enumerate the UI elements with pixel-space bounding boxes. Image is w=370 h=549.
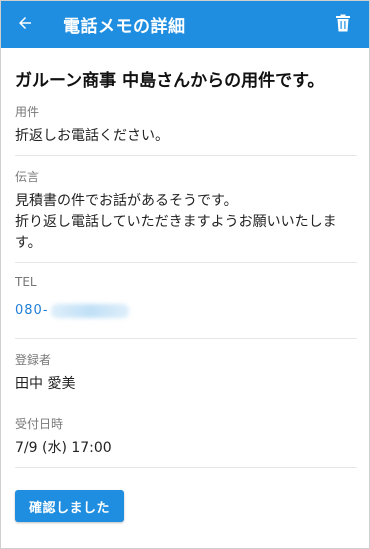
tel-number-redacted — [50, 303, 129, 318]
registrant-value: 田中 愛美 — [15, 376, 76, 392]
memo-content: ガルーン商事 中島さんからの用件です。 用件 折返しお電話ください。 伝言 見積… — [1, 66, 369, 522]
tel-label: TEL — [15, 275, 37, 289]
message-line-1: 見積書の件でお話があるそうです。 — [15, 193, 238, 209]
confirm-button[interactable]: 確認しました — [15, 490, 125, 522]
message-field: 伝言 見積書の件でお話があるそうです。 折り返し電話していただきますようお願いい… — [15, 168, 357, 263]
trash-icon — [335, 14, 351, 36]
page-title: 電話メモの詳細 — [63, 17, 186, 37]
delete-button[interactable] — [327, 1, 359, 48]
tel-link[interactable]: 080- — [15, 303, 357, 318]
message-line-3: す。 — [15, 235, 42, 251]
tel-field: TEL 080- — [15, 275, 357, 339]
received-label: 受付日時 — [15, 417, 64, 431]
message-label: 伝言 — [15, 170, 40, 184]
purpose-value: 折返しお電話ください。 — [15, 128, 169, 144]
phone-memo-detail-screen: 電話メモの詳細 ガルーン商事 中島さんからの用件です。 用件 折返しお電話くださ… — [0, 0, 370, 549]
received-value: 7/9 (水) 17:00 — [15, 440, 112, 456]
app-bar: 電話メモの詳細 — [1, 1, 369, 48]
memo-subject: ガルーン商事 中島さんからの用件です。 — [15, 71, 325, 91]
tel-number-prefix: 080- — [15, 303, 49, 318]
back-button[interactable] — [3, 1, 47, 48]
received-field: 受付日時 7/9 (水) 17:00 — [15, 415, 357, 468]
purpose-label: 用件 — [15, 105, 40, 119]
purpose-field: 用件 折返しお電話ください。 — [15, 103, 357, 156]
registrant-label: 登録者 — [15, 353, 52, 367]
arrow-left-icon — [16, 14, 34, 36]
registrant-field: 登録者 田中 愛美 — [15, 351, 357, 403]
message-line-2: 折り返し電話していただきますようお願いいたしま — [15, 214, 337, 230]
